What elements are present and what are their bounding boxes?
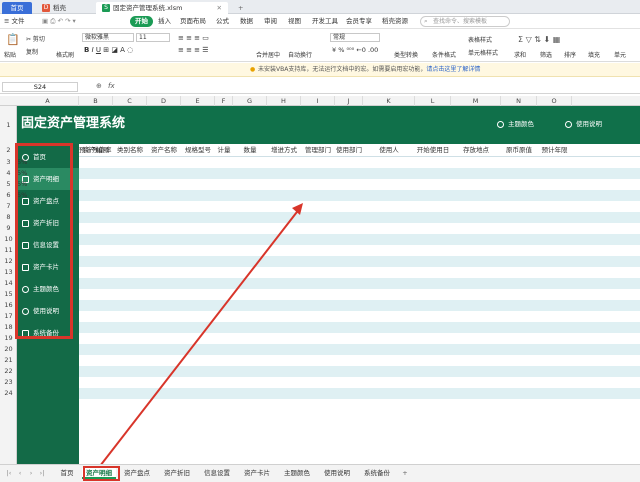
sheet-nav-button[interactable]: |‹: [4, 468, 14, 479]
annotation-box-tab: [83, 466, 120, 481]
sheet-tab[interactable]: 资产卡片: [238, 468, 276, 479]
sheet-tab[interactable]: 系统备份: [358, 468, 396, 479]
sheet-tab[interactable]: 资产折旧: [158, 468, 196, 479]
sheet-tab[interactable]: 信息设置: [198, 468, 236, 479]
sheet-tab[interactable]: 资产盘点: [118, 468, 156, 479]
add-sheet-button[interactable]: +: [400, 468, 410, 479]
sheet-nav-button[interactable]: ›|: [37, 468, 47, 479]
sheet-tab[interactable]: 首页: [54, 468, 80, 479]
sheet-nav-button[interactable]: ‹: [15, 468, 25, 479]
annotation-arrow: [99, 203, 303, 467]
sheet-tab[interactable]: 使用说明: [318, 468, 356, 479]
sheet-tab[interactable]: 主题颜色: [278, 468, 316, 479]
sheet-nav-button[interactable]: ›: [26, 468, 36, 479]
